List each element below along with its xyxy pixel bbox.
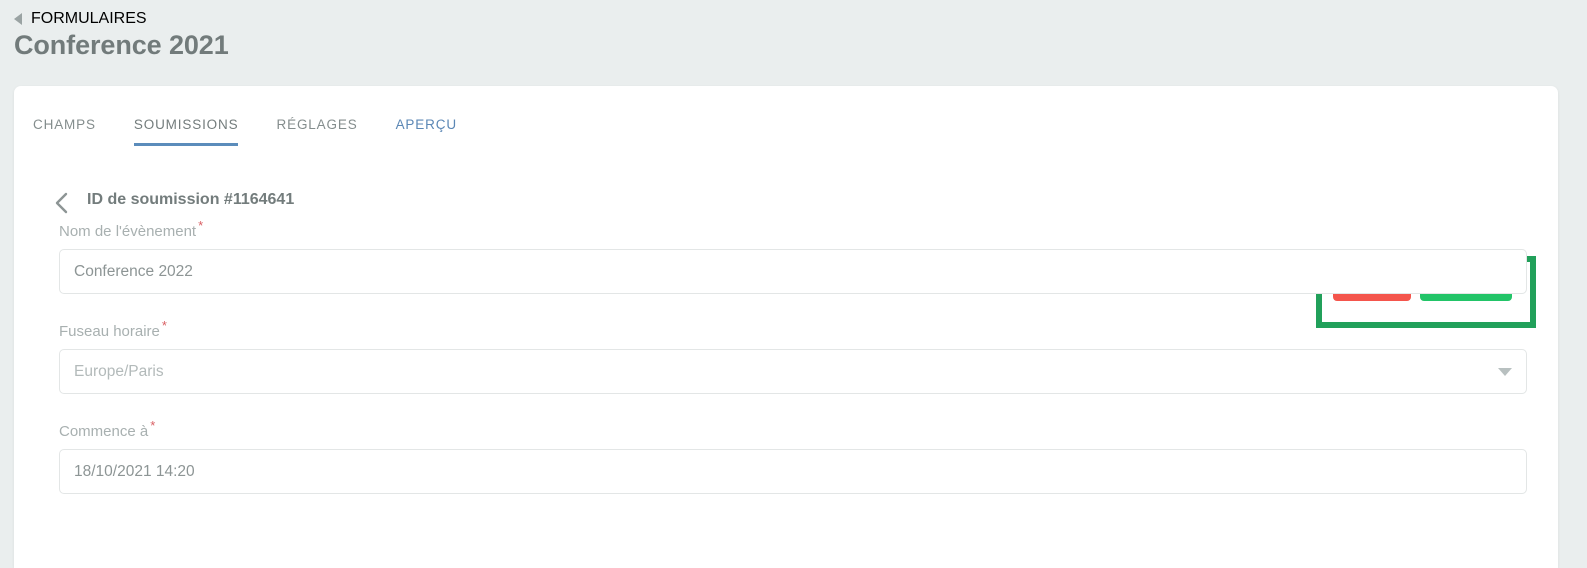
required-indicator: * [198, 218, 204, 233]
required-indicator: * [150, 418, 156, 433]
timezone-value: Europe/Paris [74, 362, 164, 380]
chevron-left-icon[interactable] [52, 190, 74, 216]
field-label-timezone: Fuseau horaire * [59, 318, 1558, 340]
tab-soumissions[interactable]: SOUMISSIONS [133, 117, 239, 146]
field-event-name: Nom de l'évènement * Conference 2022 [14, 218, 1558, 294]
required-indicator: * [161, 318, 167, 333]
submission-form: Nom de l'évènement * Conference 2022 Fuse… [14, 218, 1558, 518]
starts-at-input[interactable]: 18/10/2021 14:20 [59, 449, 1527, 494]
event-name-input[interactable]: Conference 2022 [59, 249, 1527, 294]
field-label-text: Nom de l'évènement [59, 223, 197, 240]
timezone-select[interactable]: Europe/Paris [59, 349, 1527, 394]
field-label-starts-at: Commence à * [59, 418, 1558, 440]
breadcrumb-label[interactable]: FORMULAIRES [31, 10, 147, 28]
submission-id-label: ID de soumission #1164641 [87, 191, 295, 208]
tab-champs[interactable]: CHAMPS [33, 117, 96, 146]
starts-at-value: 18/10/2021 14:20 [74, 462, 195, 480]
breadcrumb[interactable]: FORMULAIRES [14, 10, 147, 28]
tab-bar: CHAMPS SOUMISSIONS RÉGLAGES APERÇU [33, 112, 495, 146]
content-card: CHAMPS SOUMISSIONS RÉGLAGES APERÇU ID de… [14, 86, 1558, 568]
field-timezone: Fuseau horaire * Europe/Paris [14, 318, 1558, 394]
page-title: Conference 2021 [14, 30, 229, 60]
event-name-value: Conference 2022 [74, 262, 193, 280]
back-triangle-icon[interactable] [14, 13, 22, 25]
page-header: FORMULAIRES Conference 2021 [0, 0, 1587, 86]
chevron-down-icon[interactable] [1498, 367, 1512, 376]
field-label-event-name: Nom de l'évènement * [59, 218, 1558, 240]
tab-reglages[interactable]: RÉGLAGES [276, 117, 357, 146]
field-label-text: Fuseau horaire [59, 323, 160, 340]
field-starts-at: Commence à * 18/10/2021 14:20 [14, 418, 1558, 494]
field-label-text: Commence à [59, 423, 149, 440]
tab-apercu[interactable]: APERÇU [396, 117, 457, 146]
